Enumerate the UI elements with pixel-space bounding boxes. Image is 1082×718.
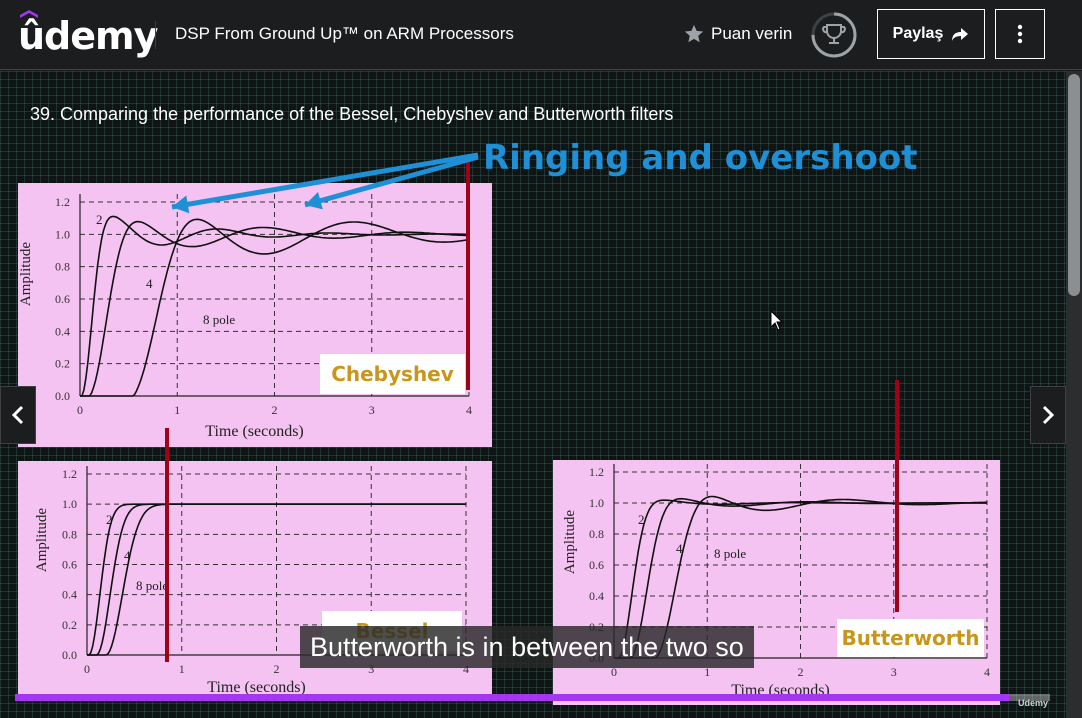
star-icon bbox=[684, 24, 704, 43]
share-label: Paylaş bbox=[892, 25, 944, 42]
share-arrow-icon bbox=[952, 28, 969, 41]
lecture-title: 39. Comparing the performance of the Bes… bbox=[30, 104, 674, 124]
next-lecture-button[interactable] bbox=[1030, 386, 1066, 444]
share-button[interactable]: Paylaş bbox=[877, 9, 985, 59]
previous-lecture-button[interactable] bbox=[0, 386, 36, 444]
udemy-watermark: Udemy bbox=[1018, 698, 1049, 708]
rate-course-button[interactable]: Puan verin bbox=[683, 22, 792, 46]
slide-heading: Ringing and overshoot bbox=[483, 138, 918, 178]
top-bar: ûdemy DSP From Ground Up™ on ARM Process… bbox=[0, 0, 1082, 70]
more-options-button[interactable] bbox=[995, 9, 1045, 59]
trophy-icon bbox=[822, 24, 846, 44]
kebab-menu-icon bbox=[1017, 24, 1023, 44]
course-progress-trophy[interactable] bbox=[811, 12, 857, 58]
logo-text: ûdemy bbox=[18, 14, 158, 58]
chevron-left-icon bbox=[11, 405, 24, 425]
course-title[interactable]: DSP From Ground Up™ on ARM Processors bbox=[175, 24, 514, 44]
rate-course-label: Puan verin bbox=[711, 24, 793, 43]
subtitle-caption: Butterworth is in between the two so bbox=[300, 626, 754, 668]
header-divider bbox=[155, 21, 156, 49]
video-progress-fill[interactable] bbox=[15, 694, 1009, 701]
scrollbar-thumb[interactable] bbox=[1068, 74, 1080, 296]
chevron-right-icon bbox=[1042, 405, 1055, 425]
udemy-logo[interactable]: ûdemy bbox=[18, 10, 158, 58]
mouse-cursor-icon bbox=[770, 310, 784, 331]
